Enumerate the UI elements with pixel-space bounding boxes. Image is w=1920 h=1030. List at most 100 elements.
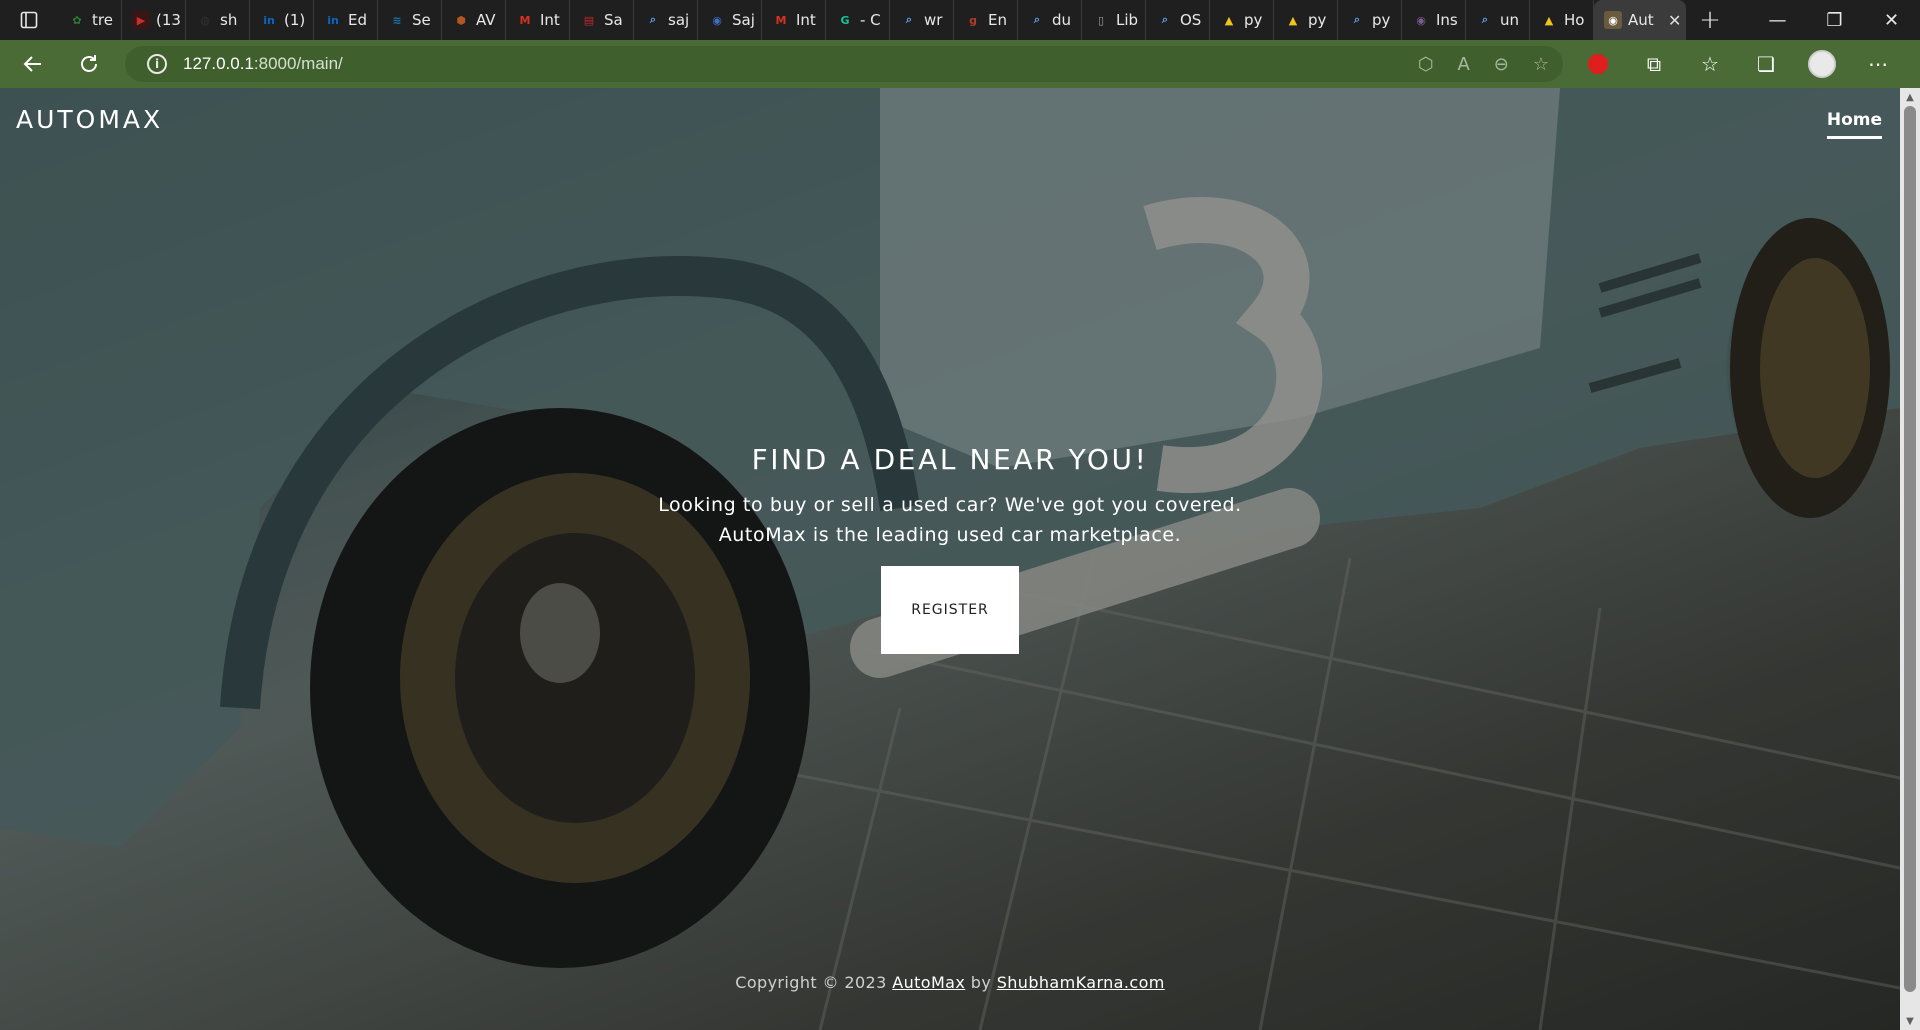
github-icon: ◍	[200, 13, 210, 27]
profile-button[interactable]	[1794, 40, 1850, 88]
hero-line-2: AutoMax is the leading used car marketpl…	[718, 524, 1182, 546]
refresh-icon	[81, 55, 97, 72]
tab-title: Se	[412, 11, 431, 29]
read-aloud-icon[interactable]: A	[1457, 54, 1469, 75]
tab-title: Lib	[1116, 11, 1139, 29]
tab[interactable]: in Ed	[314, 0, 378, 40]
avatar	[1808, 50, 1836, 78]
tab[interactable]: ◍ sh	[186, 0, 250, 40]
hero-content: FIND A DEAL NEAR YOU! Looking to buy or …	[0, 443, 1900, 654]
tab[interactable]: ▲ Ho	[1530, 0, 1594, 40]
site-info-icon[interactable]: i	[147, 54, 167, 74]
scroll-up-icon[interactable]: ▲	[1900, 88, 1920, 106]
tab[interactable]: in (1)	[250, 0, 314, 40]
grammarly-icon: G	[840, 13, 850, 27]
footer-link-automax[interactable]: AutoMax	[892, 973, 965, 992]
tab[interactable]: ◉ Ins	[1402, 0, 1466, 40]
tab-title: En	[988, 11, 1007, 29]
tab-list: ✿ tre ▶ (13 ◍ sh in (1) in Ed ≋ Se ⬢ AV M Int ▤ Sa ⌕ saj ◉ Sa…	[58, 0, 1594, 40]
search-icon: ⌕	[905, 13, 913, 26]
tab-title: Ho	[1564, 11, 1585, 29]
back-button[interactable]	[8, 40, 58, 88]
tab-title: OS	[1180, 11, 1202, 29]
favorites-button[interactable]: ☆	[1682, 40, 1738, 88]
tab[interactable]: ⌕ OS	[1146, 0, 1210, 40]
tab-actions-button[interactable]	[0, 0, 58, 40]
tab[interactable]: ✿ tre	[58, 0, 122, 40]
tab[interactable]: G- C	[826, 0, 890, 40]
page-scrollbar[interactable]: ▲ ▼	[1900, 88, 1920, 1030]
tab[interactable]: ▯ Lib	[1082, 0, 1146, 40]
tab-title: Aut	[1628, 11, 1654, 29]
add-favorite-icon[interactable]: ☆	[1533, 54, 1549, 75]
tab[interactable]: ▲ py	[1210, 0, 1274, 40]
tab[interactable]: ⌕ py	[1338, 0, 1402, 40]
register-button[interactable]: REGISTER	[881, 566, 1019, 654]
globe-icon: ◉	[712, 13, 722, 27]
tab[interactable]: ⌕ un	[1466, 0, 1530, 40]
tab-close-icon[interactable]: ✕	[1668, 11, 1681, 30]
tab-title: sh	[220, 11, 238, 29]
tab-title: AV	[476, 11, 496, 29]
scroll-down-icon[interactable]: ▼	[1900, 1012, 1920, 1030]
tab-title: wr	[924, 11, 943, 29]
tab[interactable]: ⌕ du	[1018, 0, 1082, 40]
tab-strip: ✿ tre ▶ (13 ◍ sh in (1) in Ed ≋ Se ⬢ AV M Int ▤ Sa ⌕ saj ◉ Sa…	[0, 0, 1920, 40]
omnibox-icons: ⬡ A ⊖ ☆	[1418, 46, 1549, 82]
tab[interactable]: ⌕ wr	[890, 0, 954, 40]
hexagon-icon: ⬢	[456, 13, 466, 27]
tab[interactable]: M Int	[762, 0, 826, 40]
footer: Copyright © 2023 AutoMax by ShubhamKarna…	[0, 973, 1900, 992]
hero-subtitle: Looking to buy or sell a used car? We've…	[0, 490, 1900, 550]
tag-icon[interactable]: ⬡	[1418, 54, 1434, 75]
more-icon: ⋯	[1868, 52, 1888, 76]
flame-icon: ▲	[1288, 13, 1298, 27]
tab-active[interactable]: ◉ Aut ✕	[1594, 0, 1686, 40]
tab-title: (1)	[284, 11, 306, 29]
tab-title: du	[1052, 11, 1072, 29]
extension-button[interactable]	[1570, 40, 1626, 88]
footer-link-author[interactable]: ShubhamKarna.com	[997, 973, 1165, 992]
refresh-button[interactable]	[64, 40, 114, 88]
restore-button[interactable]: ❐	[1806, 0, 1863, 40]
tab-title: py	[1244, 11, 1263, 29]
collections-icon: ❏	[1757, 52, 1775, 76]
tab-title: Saj	[732, 11, 755, 29]
tab[interactable]: g En	[954, 0, 1018, 40]
tab-title: (13	[156, 11, 181, 29]
url-path: :8000/main/	[253, 54, 343, 73]
extensions-button[interactable]: ⧉	[1626, 40, 1682, 88]
tab[interactable]: ≋ Se	[378, 0, 442, 40]
linkedin-icon: in	[327, 13, 339, 27]
tab[interactable]: ⌕ saj	[634, 0, 698, 40]
hero-title: FIND A DEAL NEAR YOU!	[751, 443, 1149, 476]
new-tab-button[interactable]: +	[1686, 0, 1734, 40]
tab[interactable]: ▲ py	[1274, 0, 1338, 40]
tab-title: saj	[668, 11, 690, 29]
settings-menu-button[interactable]: ⋯	[1850, 40, 1906, 88]
puzzle-icon: ⧉	[1646, 52, 1662, 76]
gmail-icon: M	[775, 13, 787, 27]
minimize-button[interactable]: —	[1749, 0, 1806, 40]
tab[interactable]: ▤ Sa	[570, 0, 634, 40]
site-logo[interactable]: AUTOMAX	[16, 105, 163, 134]
url-field[interactable]: i 127.0.0.1:8000/main/ ⬡ A ⊖ ☆	[125, 46, 1563, 82]
page-viewport: AUTOMAX Home FIND A DEAL NEAR YOU! Looki…	[0, 88, 1900, 1030]
tab-title: Int	[540, 11, 560, 29]
flame-icon: ▲	[1544, 13, 1554, 27]
nav-link-home[interactable]: Home	[1826, 110, 1882, 139]
search-icon: ⌕	[1353, 13, 1361, 26]
footer-by: by	[970, 973, 992, 992]
tab-title: Sa	[604, 11, 623, 29]
url-text: 127.0.0.1:8000/main/	[183, 54, 343, 74]
close-window-button[interactable]: ✕	[1863, 0, 1920, 40]
scrollbar-thumb[interactable]	[1904, 106, 1916, 992]
tab[interactable]: M Int	[506, 0, 570, 40]
collections-button[interactable]: ❏	[1738, 40, 1794, 88]
tab[interactable]: ◉ Saj	[698, 0, 762, 40]
zoom-out-icon[interactable]: ⊖	[1494, 54, 1509, 75]
tab[interactable]: ▶ (13	[122, 0, 186, 40]
tab[interactable]: ⬢ AV	[442, 0, 506, 40]
tab-title: py	[1372, 11, 1391, 29]
tab-title: Int	[796, 11, 816, 29]
